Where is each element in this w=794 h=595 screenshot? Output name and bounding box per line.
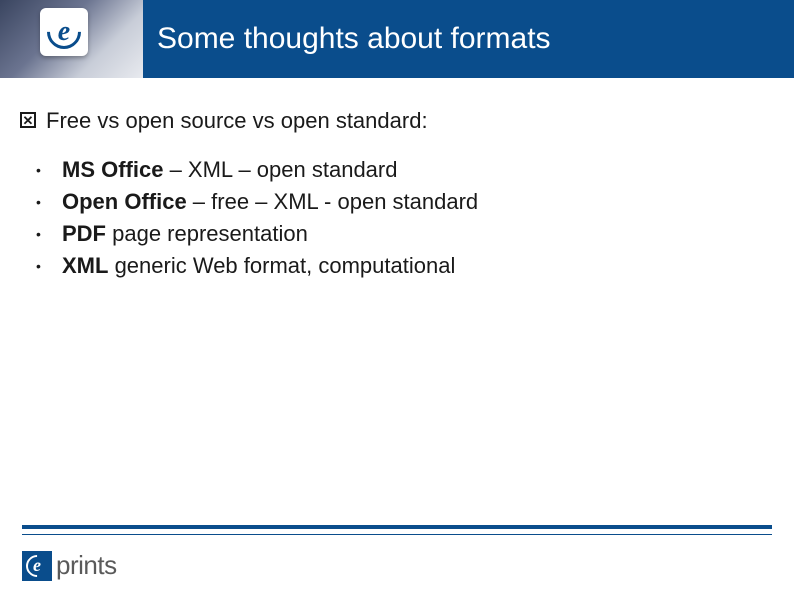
bullet-text: MS Office – XML – open standard: [62, 156, 397, 184]
header-bg-image: e: [0, 0, 143, 78]
list-item: • XML generic Web format, computational: [36, 252, 760, 280]
bullet-icon: •: [36, 156, 42, 184]
footer-logo-icon: e: [22, 551, 52, 581]
footer-divider-thin: [22, 534, 772, 535]
slide-content: ✕ Free vs open source vs open standard: …: [20, 108, 760, 284]
bullet-icon: •: [36, 252, 42, 280]
heading-row: ✕ Free vs open source vs open standard:: [20, 108, 760, 134]
footer-divider-thick: [22, 525, 772, 529]
bullet-text: XML generic Web format, computational: [62, 252, 455, 280]
bullet-text: Open Office – free – XML - open standard: [62, 188, 478, 216]
footer-brand-text: prints: [56, 550, 117, 581]
list-item: • MS Office – XML – open standard: [36, 156, 760, 184]
list-item: • PDF page representation: [36, 220, 760, 248]
bullet-icon: •: [36, 220, 42, 248]
footer-logo: e prints: [22, 550, 117, 581]
header-logo-icon: e: [40, 8, 88, 56]
bullet-list: • MS Office – XML – open standard • Open…: [36, 156, 760, 280]
bullet-text: PDF page representation: [62, 220, 308, 248]
slide-title: Some thoughts about formats: [157, 22, 551, 56]
checkbox-x-icon: ✕: [20, 112, 36, 128]
heading-text: Free vs open source vs open standard:: [46, 108, 428, 134]
header-logo-letter: e: [58, 16, 70, 48]
list-item: • Open Office – free – XML - open standa…: [36, 188, 760, 216]
bullet-icon: •: [36, 188, 42, 216]
footer-logo-letter: e: [33, 555, 41, 576]
header-bar: e Some thoughts about formats: [0, 0, 794, 78]
